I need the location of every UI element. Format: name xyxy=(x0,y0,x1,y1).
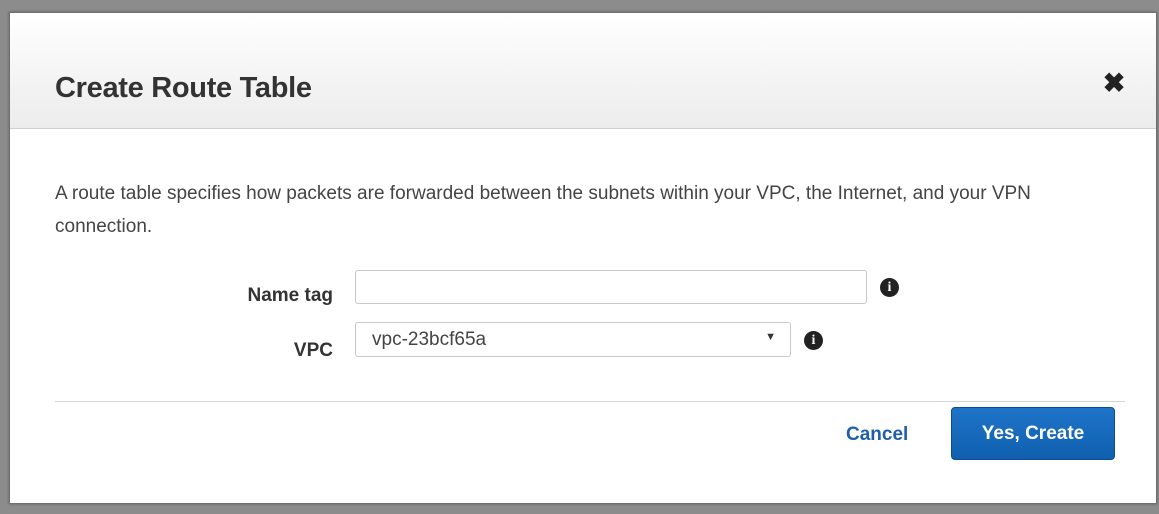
footer-divider xyxy=(55,401,1125,402)
dropdown-arrow-icon: ▼ xyxy=(765,331,776,343)
close-icon[interactable]: ✖ xyxy=(1102,70,1126,97)
vpc-selected-value: vpc-23bcf65a xyxy=(372,329,487,350)
dialog-title: Create Route Table xyxy=(55,72,312,104)
cancel-button[interactable]: Cancel xyxy=(846,424,908,446)
vpc-select[interactable]: vpc-23bcf65a ▼ xyxy=(355,322,791,357)
dialog-header: Create Route Table ✖ xyxy=(10,13,1156,129)
name-tag-info-icon[interactable]: i xyxy=(880,278,899,297)
yes-create-button[interactable]: Yes, Create xyxy=(951,407,1115,460)
name-tag-input[interactable] xyxy=(355,270,867,304)
name-tag-label: Name tag xyxy=(247,285,333,306)
vpc-label: VPC xyxy=(293,340,333,361)
vpc-info-icon[interactable]: i xyxy=(804,331,823,350)
dialog-description: A route table specifies how packets are … xyxy=(55,183,1031,237)
